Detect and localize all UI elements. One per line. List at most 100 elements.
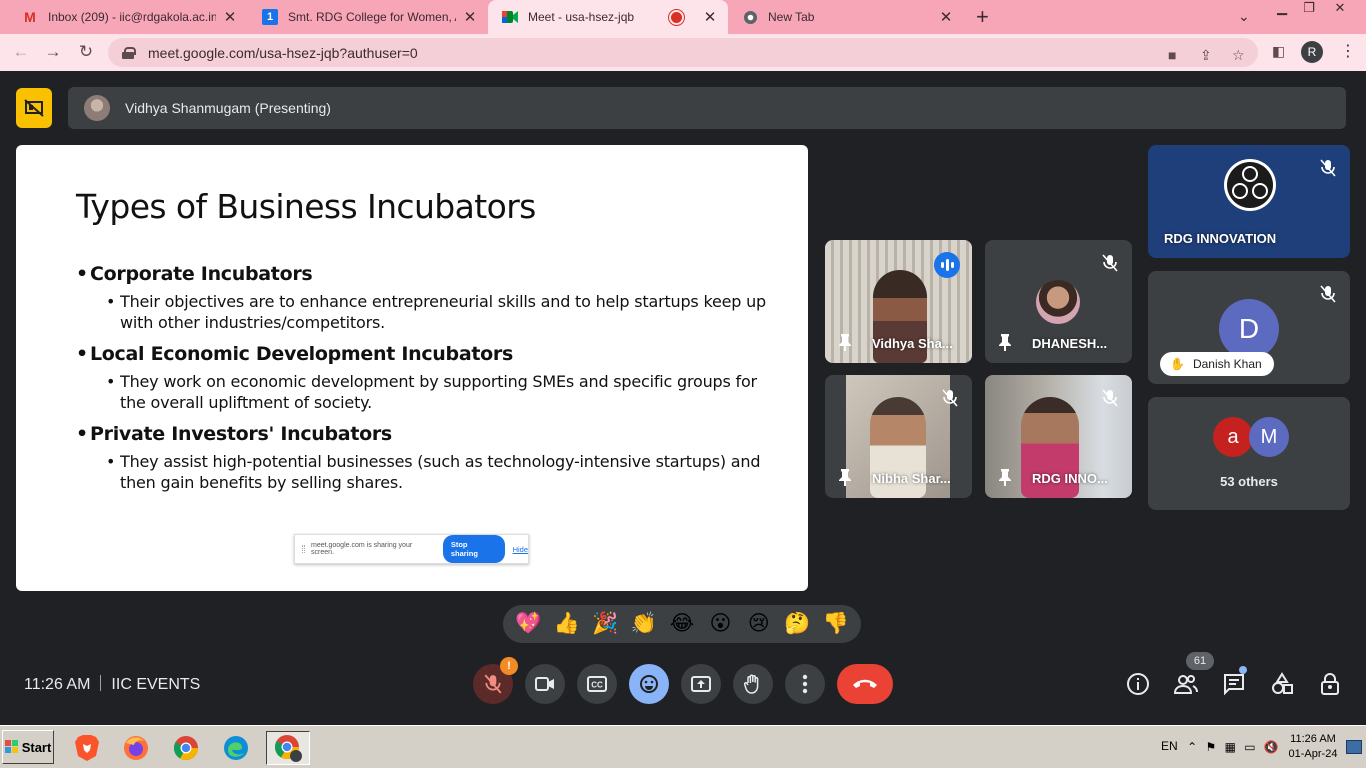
firefox-app-icon[interactable] — [118, 731, 154, 765]
new-tab-plus-icon[interactable]: + — [976, 6, 989, 28]
share-icon[interactable]: ⇪ — [1200, 47, 1212, 64]
present-screen-button[interactable] — [681, 664, 721, 704]
chat-button[interactable] — [1220, 670, 1248, 698]
url-text[interactable]: meet.google.com/usa-hsez-jqb?authuser=0 — [148, 45, 418, 61]
slide-title: Types of Business Incubators — [76, 187, 536, 226]
system-clock[interactable]: 11:26 AM 01-Apr-24 — [1283, 732, 1343, 762]
participant-tile[interactable]: D ✋ Danish Khan — [1148, 271, 1350, 384]
tab-meet[interactable]: Meet - usa-hsez-jqb ✕ — [488, 0, 728, 34]
participant-tile[interactable]: RDG INNOVATION — [1148, 145, 1350, 258]
drag-handle-icon[interactable] — [302, 545, 305, 553]
host-controls-button[interactable] — [1316, 670, 1344, 698]
camera-icon[interactable]: ■ — [1168, 47, 1176, 63]
others-tile[interactable]: a M 53 others — [1148, 397, 1350, 510]
participant-tile[interactable]: Nibha Shar... — [825, 375, 972, 498]
windows-logo-icon — [4, 740, 18, 753]
meeting-details-button[interactable] — [1124, 670, 1152, 698]
reaction-thumbs-up[interactable]: 👍 — [551, 612, 583, 636]
lock-icon[interactable] — [122, 46, 136, 59]
camera-button[interactable] — [525, 664, 565, 704]
pin-icon[interactable] — [837, 333, 853, 351]
volume-muted-icon[interactable]: 🔇 — [1264, 740, 1279, 754]
share-notice-text: meet.google.com is sharing your screen. — [311, 542, 413, 556]
address-bar[interactable]: meet.google.com/usa-hsez-jqb?authuser=0 … — [108, 38, 1258, 67]
reactions-button[interactable] — [629, 664, 669, 704]
tab-gmail[interactable]: M Inbox (209) - iic@rdgakola.ac.in - S ✕ — [8, 0, 248, 34]
reload-icon[interactable]: ↻ — [75, 41, 97, 63]
obs-logo-icon — [1224, 159, 1276, 211]
system-tray: ⌃ ⚑ ▦ ▭ 🔇 — [1183, 730, 1283, 764]
pin-icon[interactable] — [837, 468, 853, 486]
raise-hand-button[interactable] — [733, 664, 773, 704]
info-icon — [1127, 673, 1149, 695]
network-icon[interactable]: ▦ — [1225, 740, 1236, 754]
reaction-laugh[interactable]: 😂 — [666, 612, 698, 636]
pin-icon[interactable] — [997, 468, 1013, 486]
reaction-thinking[interactable]: 🤔 — [781, 612, 813, 636]
start-button[interactable]: Start — [2, 730, 54, 764]
edge-app-icon[interactable] — [218, 731, 254, 765]
close-tab-icon[interactable]: ✕ — [938, 8, 954, 26]
mic-off-icon — [1102, 254, 1118, 272]
avatar: M — [1249, 417, 1289, 457]
presenter-label: Vidhya Shanmugam (Presenting) — [125, 100, 331, 116]
sidebar-icon[interactable]: ◧ — [1272, 43, 1285, 60]
hide-link[interactable]: Hide — [513, 545, 528, 554]
star-icon[interactable]: ☆ — [1232, 47, 1245, 64]
presentation-layout-icon[interactable] — [16, 88, 52, 128]
chevron-down-icon[interactable]: ⌄ — [1238, 8, 1250, 25]
people-button[interactable] — [1172, 670, 1200, 698]
stop-sharing-button[interactable]: Stop sharing — [442, 535, 505, 563]
divider — [100, 675, 102, 691]
svg-text:CC: CC — [591, 681, 603, 690]
battery-icon[interactable]: ▭ — [1244, 740, 1255, 754]
minimize-icon[interactable]: ▁ — [1268, 0, 1296, 18]
restore-icon[interactable]: ❐ — [1295, 0, 1323, 18]
forward-arrow-icon[interactable]: → — [42, 41, 64, 63]
leave-call-button[interactable] — [837, 664, 893, 704]
chrome-profile-app-icon[interactable] — [266, 731, 310, 765]
microphone-button[interactable]: ! — [473, 657, 518, 704]
reaction-sad[interactable]: 😢 — [743, 612, 775, 636]
speaking-indicator-icon — [934, 252, 960, 278]
show-desktop-icon[interactable] — [1346, 740, 1362, 754]
reaction-thumbs-down[interactable]: 👎 — [820, 612, 852, 636]
chevron-up-icon[interactable]: ⌃ — [1187, 740, 1197, 754]
more-vertical-icon — [802, 674, 808, 694]
participant-tile[interactable]: Vidhya Sha... — [825, 240, 972, 363]
chrome-app-icon[interactable] — [168, 731, 204, 765]
activities-button[interactable] — [1268, 670, 1296, 698]
close-tab-icon[interactable]: ✕ — [222, 8, 238, 26]
flag-icon[interactable]: ⚑ — [1206, 740, 1217, 754]
profile-avatar[interactable]: R — [1301, 41, 1323, 63]
presenter-bar: Vidhya Shanmugam (Presenting) — [68, 87, 1346, 129]
participant-name: Vidhya Sha... — [872, 336, 953, 351]
participant-tile[interactable]: RDG INNO... — [985, 375, 1132, 498]
chat-notification-dot — [1239, 666, 1247, 674]
more-options-button[interactable] — [785, 664, 825, 704]
pin-icon[interactable] — [997, 333, 1013, 351]
close-tab-icon[interactable]: ✕ — [462, 8, 478, 26]
clock-time: 11:26 AM — [1290, 733, 1336, 745]
present-screen-icon — [691, 676, 711, 692]
captions-button[interactable]: CC — [577, 664, 617, 704]
close-window-icon[interactable]: ✕ — [1326, 0, 1354, 18]
language-indicator[interactable]: EN — [1161, 739, 1178, 753]
mic-off-icon — [484, 674, 502, 694]
reaction-clap[interactable]: 👏 — [628, 612, 660, 636]
browser-menu-icon[interactable]: ⋮ — [1340, 41, 1356, 61]
gmail-icon: M — [24, 9, 36, 25]
back-arrow-icon[interactable]: ← — [10, 41, 32, 63]
mic-warning-badge: ! — [500, 657, 518, 675]
reaction-heart[interactable]: 💖 — [512, 612, 544, 636]
close-tab-icon[interactable]: ✕ — [702, 8, 718, 26]
reaction-party[interactable]: 🎉 — [589, 612, 621, 636]
tab-calendar[interactable]: 1 Smt. RDG College for Women, Akola ✕ — [248, 0, 488, 34]
avatar — [84, 95, 110, 121]
browser-tab-strip: M Inbox (209) - iic@rdgakola.ac.in - S ✕… — [0, 0, 1366, 34]
tab-new-tab[interactable]: New Tab ✕ — [728, 0, 964, 34]
reaction-surprised[interactable]: 😮 — [704, 612, 736, 636]
participant-name: Danish Khan — [1192, 357, 1262, 371]
participant-tile[interactable]: DHANESH... — [985, 240, 1132, 363]
brave-app-icon[interactable] — [69, 731, 105, 765]
